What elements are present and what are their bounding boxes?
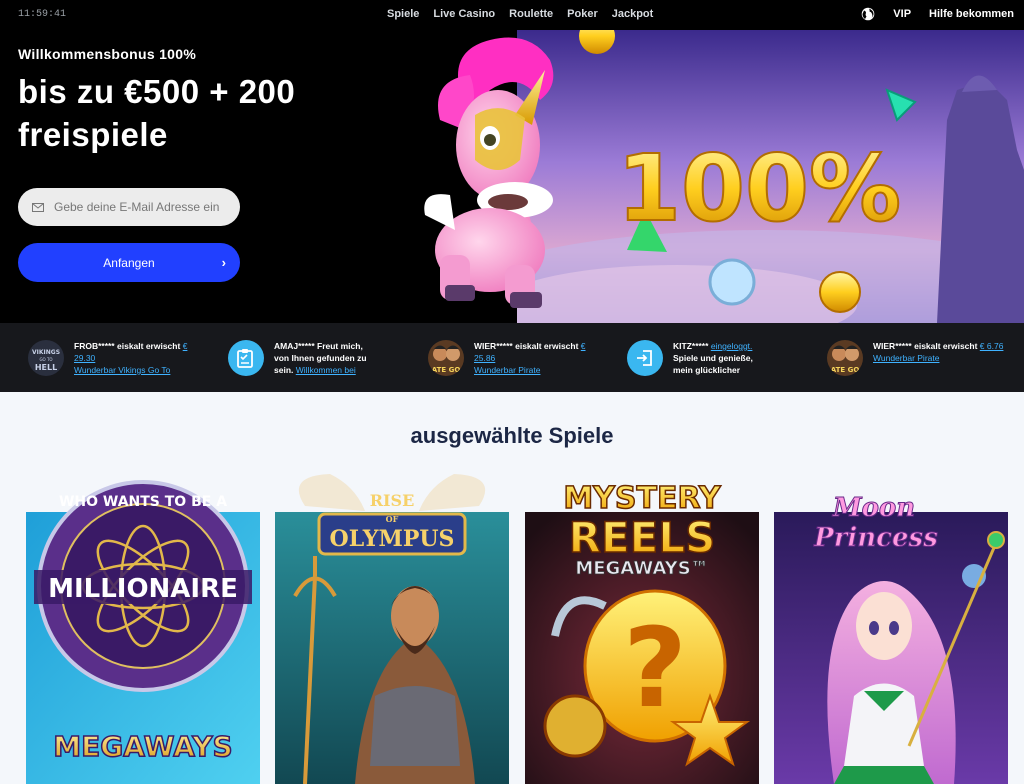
ticker-text: WIER***** eiskalt erwischt € 25.86 Wunde… [474, 341, 586, 375]
game-title-top: WHO WANTS TO BE A [59, 494, 227, 510]
svg-text:ATE GO: ATE GO [432, 366, 461, 374]
clock: 11:59:41 [18, 9, 67, 20]
game-title-main: MILLIONAIRE [48, 574, 238, 604]
email-field[interactable] [18, 188, 240, 226]
svg-text:HELL: HELL [35, 363, 57, 372]
nav-poker[interactable]: Poker [567, 8, 598, 20]
start-button-label: Anfangen [103, 255, 155, 270]
ticker-text: WIER***** eiskalt erwischt € 6.76 Wunder… [873, 341, 1004, 363]
main-nav: Spiele Live Casino Roulette Poker Jackpo… [387, 8, 653, 20]
nav-live-casino[interactable]: Live Casino [433, 8, 495, 20]
game-thumbnail: VIKINGS GO TO HELL [28, 340, 64, 376]
game-title-top: Moon [832, 493, 915, 523]
ticker-game-link[interactable]: Willkommen bei [296, 365, 356, 375]
bonus-headline: bis zu €500 + 200 freispiele [18, 70, 295, 156]
game-title-bottom: MEGAWAYS [53, 730, 232, 763]
game-title-bottom: MEGAWAYS™ [575, 558, 708, 579]
mail-icon [32, 202, 44, 212]
start-button[interactable]: Anfangen › [18, 243, 240, 282]
game-title-main: OLYMPUS [330, 526, 455, 552]
ticker-game-link[interactable]: Wunderbar Vikings Go To [74, 365, 170, 375]
ticker-item[interactable]: KITZ***** eingeloggt. Spiele und genieße… [627, 340, 807, 376]
hero-text: Willkommensbonus 100% bis zu €500 + 200 … [18, 46, 295, 156]
game-title-top: RISE [370, 491, 415, 510]
nav-jackpot[interactable]: Jackpot [612, 8, 654, 20]
featured-games-title: ausgewählte Spiele [410, 423, 614, 448]
hero-artwork: 100% [517, 30, 1024, 323]
ticker-amount[interactable]: € 6.76 [980, 341, 1004, 351]
game-title-main: REELS [569, 513, 716, 562]
win-ticker: VIKINGS GO TO HELL FROB***** eiskalt erw… [0, 323, 1024, 392]
bonus-subtitle: Willkommensbonus 100% [18, 46, 197, 62]
game-title-mid: OF [386, 514, 399, 524]
ticker-item[interactable]: AMAJ***** Freut mich, von Ihnen gefunden… [228, 340, 408, 376]
login-icon [627, 340, 663, 376]
ticker-game-link[interactable]: Wunderbar Pirate [474, 365, 540, 375]
ticker-text: KITZ***** eingeloggt. Spiele und genieße… [673, 341, 753, 375]
ticker-item[interactable]: ATE GO WIER***** eiskalt erwischt € 6.76… [827, 340, 1007, 376]
clipboard-icon [228, 340, 264, 376]
hero-100-percent: 100% [617, 135, 901, 242]
game-title-main: Princess [813, 523, 938, 553]
game-title-top: MYSTERY [563, 481, 722, 516]
help-link[interactable]: Hilfe bekommen [929, 8, 1014, 20]
bonus-line-1: bis zu €500 + 200 [18, 73, 296, 110]
bonus-line-2: freispiele [18, 116, 168, 153]
svg-text:GO TO: GO TO [39, 357, 52, 362]
game-card-moon-princess[interactable]: Moon Princess [774, 466, 1008, 784]
top-bar: 11:59:41 Spiele Live Casino Roulette Pok… [0, 0, 1024, 30]
game-card-millionaire[interactable]: WHO WANTS TO BE A MILLIONAIRE MEGAWAYS [26, 466, 260, 784]
chevron-right-icon: › [221, 255, 226, 270]
right-nav: VIP Hilfe bekommen [861, 7, 1014, 21]
game-thumbnail: ATE GO [827, 340, 863, 376]
vip-link[interactable]: VIP [893, 8, 911, 20]
svg-text:?: ? [623, 604, 687, 732]
ticker-game-link[interactable]: Wunderbar Pirate [873, 353, 939, 363]
ticker-item[interactable]: VIKINGS GO TO HELL FROB***** eiskalt erw… [28, 340, 208, 376]
ticker-status-link[interactable]: eingeloggt. [711, 341, 753, 351]
game-card-mystery-reels[interactable]: MYSTERY REELS MEGAWAYS™ ? [525, 466, 759, 784]
game-thumbnail: ATE GO [428, 340, 464, 376]
ticker-text: AMAJ***** Freut mich, von Ihnen gefunden… [274, 341, 367, 375]
game-card-rise-of-olympus[interactable]: RISE OF OLYMPUS [275, 466, 509, 784]
globe-icon[interactable] [861, 7, 875, 21]
ticker-text: FROB***** eiskalt erwischt € 29.30 Wunde… [74, 341, 188, 375]
nav-roulette[interactable]: Roulette [509, 8, 553, 20]
nav-spiele[interactable]: Spiele [387, 8, 419, 20]
svg-text:ATE GO: ATE GO [831, 366, 860, 374]
unicorn-artwork [424, 37, 554, 308]
email-input[interactable] [54, 200, 224, 214]
svg-text:VIKINGS: VIKINGS [32, 349, 60, 356]
ticker-item[interactable]: ATE GO WIER***** eiskalt erwischt € 25.8… [428, 340, 608, 376]
